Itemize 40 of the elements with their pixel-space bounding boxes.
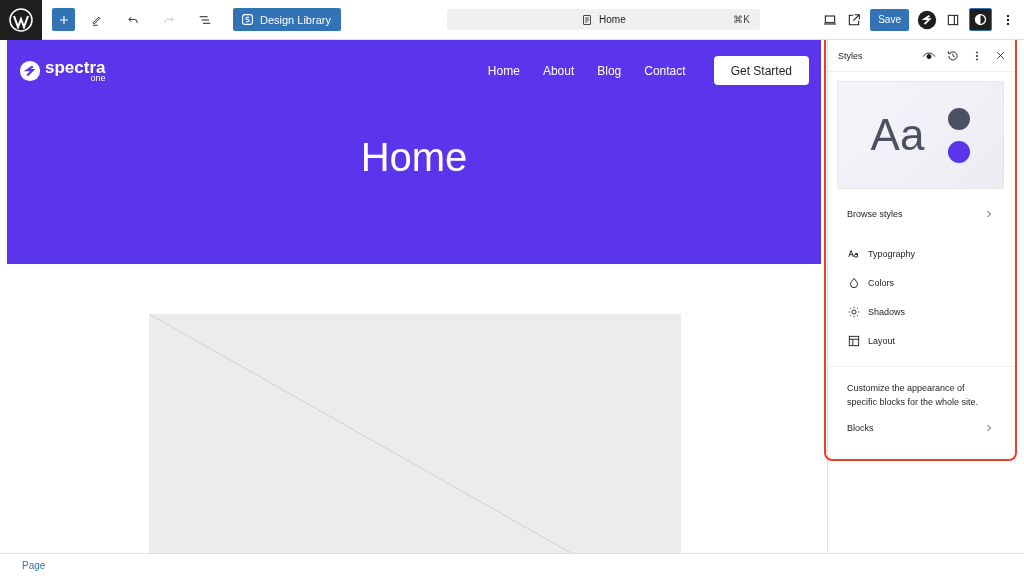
blocks-description: Customize the appearance of specific blocks for the whole site.	[846, 382, 980, 409]
browse-styles-item[interactable]: Browse styles	[826, 199, 1015, 229]
history-icon	[946, 48, 960, 63]
style-menu-item[interactable]: Colors	[826, 268, 1015, 297]
library-icon	[241, 13, 254, 26]
hero-title: Home	[360, 135, 468, 180]
style-preview[interactable]: Aa	[837, 81, 1004, 189]
nav-link[interactable]: Home	[487, 63, 520, 78]
external-link-icon	[846, 11, 863, 28]
style-menu-item[interactable]: Shadows	[826, 297, 1015, 326]
styles-toggle[interactable]	[969, 8, 992, 31]
wordpress-logo[interactable]	[0, 0, 42, 40]
breadcrumb-link[interactable]: Page	[22, 560, 46, 571]
spectra-button[interactable]	[917, 9, 937, 30]
close-button[interactable]	[994, 49, 1007, 62]
get-started-button[interactable]: Get Started	[713, 56, 809, 85]
logo-text: spectra	[45, 58, 106, 76]
style-menu-item[interactable]: Typography	[826, 239, 1015, 268]
contrast-icon	[973, 12, 988, 27]
shortcut: ⌘K	[733, 14, 750, 25]
page-title: Home	[599, 14, 626, 25]
layout-icon	[847, 333, 861, 348]
design-library-button[interactable]: Design Library	[233, 8, 341, 31]
save-button[interactable]: Save	[870, 8, 909, 31]
nav-link[interactable]: Blog	[597, 63, 622, 78]
view-site-button[interactable]	[846, 11, 863, 28]
droplet-icon	[847, 275, 861, 290]
nav-link[interactable]: Contact	[644, 63, 686, 78]
nav-link[interactable]: About	[542, 63, 575, 78]
style-menu-item[interactable]: Layout	[826, 326, 1015, 355]
command-bar[interactable]: Home ⌘K	[446, 9, 760, 30]
sun-icon	[847, 304, 861, 319]
logo-subtext: one	[90, 73, 106, 83]
blocks-item[interactable]: Blocks	[826, 413, 1015, 443]
preview-text: Aa	[870, 110, 925, 160]
panel-title: Styles	[838, 50, 863, 61]
revisions-button[interactable]	[946, 48, 960, 63]
close-icon	[994, 49, 1007, 62]
spectra-logo-icon	[19, 59, 41, 82]
page-icon	[581, 13, 594, 26]
